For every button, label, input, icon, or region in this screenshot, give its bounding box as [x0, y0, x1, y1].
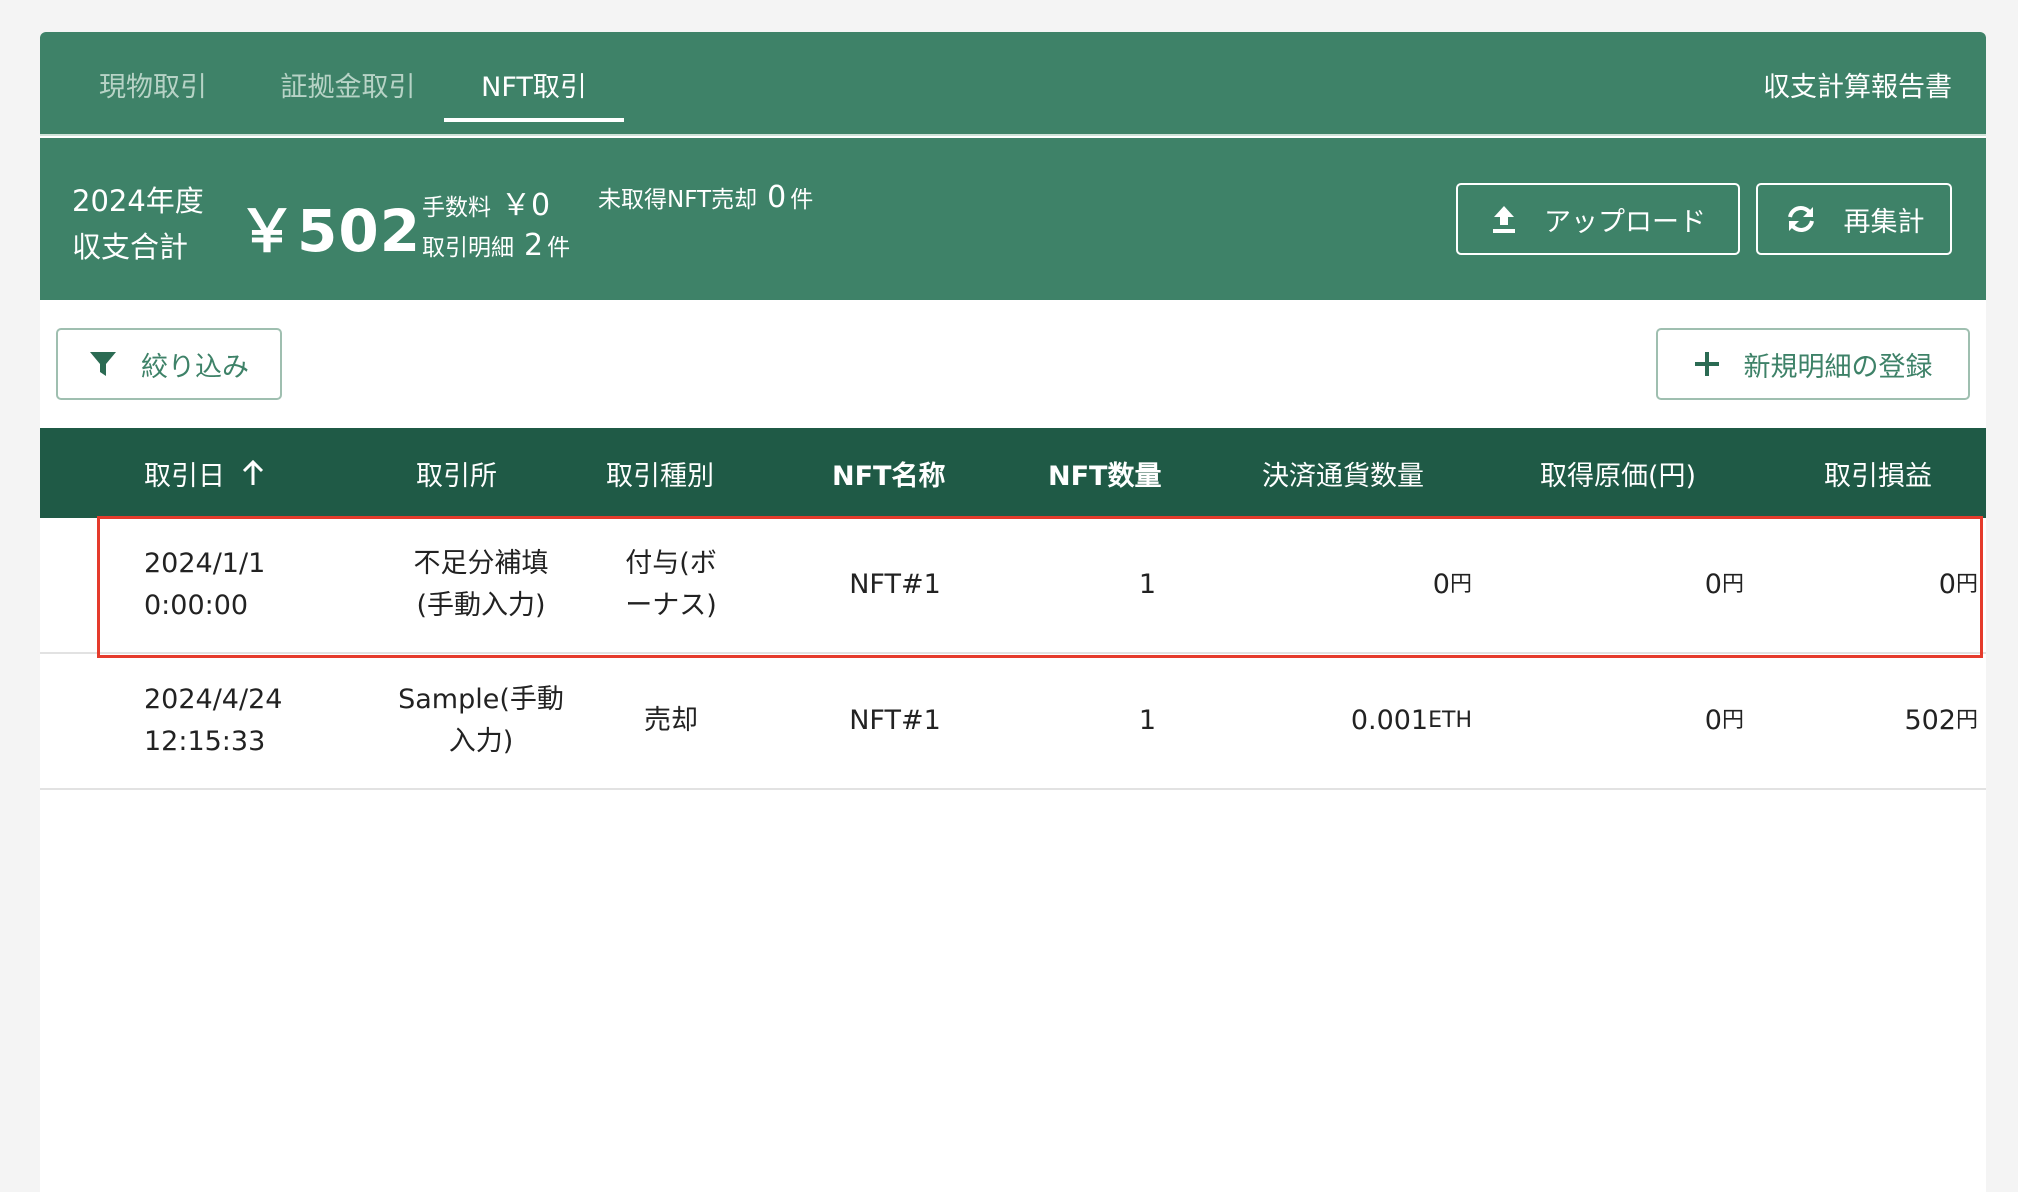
unacquired-stat: 未取得NFT売却 0 件: [598, 180, 813, 215]
details-count: 2: [524, 228, 544, 263]
settle-value: 0.001: [1350, 705, 1429, 736]
exchange-line-2: (手動入力): [416, 590, 546, 621]
fee-label: 手数料: [422, 195, 491, 221]
header-date-label: 取引日: [144, 460, 225, 492]
table-row[interactable]: 2024/4/24 12:15:33 Sample(手動 入力) 売却 NFT#1 …: [40, 654, 1986, 790]
cell-cost: 0円: [1500, 654, 1744, 788]
fee-value: ￥0: [501, 188, 551, 223]
details-stat: 取引明細 2 件: [422, 228, 570, 263]
recalculate-button[interactable]: 再集計: [1756, 183, 1952, 255]
settle-unit: ETH: [1428, 708, 1472, 733]
date-text: 2024/1/1: [144, 548, 266, 579]
cost-value: 0: [1704, 705, 1722, 736]
header-type[interactable]: 取引種別: [606, 428, 714, 518]
report-link[interactable]: 収支計算報告書: [1763, 32, 1952, 136]
cell-cost: 0円: [1500, 518, 1744, 652]
total-label: 収支合計: [72, 230, 189, 264]
table-header: 取引日 取引所 取引種別 NFT名称 NFT数量 決済通貨数量 取得原価(円) …: [40, 428, 1986, 518]
cell-date: 2024/1/1 0:00:00: [144, 518, 314, 652]
unacquired-unit: 件: [790, 187, 814, 213]
cell-settle-qty: 0円: [1190, 518, 1472, 652]
cell-nft-qty: 1: [1138, 569, 1156, 600]
cost-value: 0: [1704, 569, 1722, 600]
exchange-line-2: 入力): [448, 726, 514, 757]
pnl-unit: 円: [1955, 572, 1978, 597]
arrow-up-icon: [242, 460, 264, 485]
cell-type: 付与(ボーナス): [606, 518, 736, 652]
date-text: 2024/4/24: [144, 684, 283, 715]
exchange-line-1: 不足分補填: [413, 548, 549, 579]
settle-value: 0: [1432, 569, 1450, 600]
plus-icon: [1694, 352, 1719, 376]
upload-label: アップロード: [1544, 206, 1706, 237]
cell-exchange: 不足分補填 (手動入力): [366, 518, 596, 652]
tab-spot[interactable]: 現物取引: [78, 32, 228, 136]
type-line-1: 付与(ボ: [625, 548, 717, 579]
header-nft-qty[interactable]: NFT数量: [1048, 428, 1161, 518]
cell-exchange: Sample(手動 入力): [366, 654, 596, 788]
exchange-line-1: Sample(手動: [398, 684, 564, 715]
tab-margin[interactable]: 証拠金取引: [258, 32, 438, 136]
fiscal-year-block: 2024年度 収支合計: [72, 178, 204, 270]
upload-button[interactable]: アップロード: [1456, 183, 1740, 255]
cell-nft-qty: 1: [1138, 705, 1156, 736]
header-nft-name[interactable]: NFT名称: [832, 428, 945, 518]
filter-label: 絞り込み: [141, 351, 249, 382]
type-line-1: 売却: [644, 705, 698, 736]
total-amount: ￥502: [238, 197, 422, 265]
unacquired-label: 未取得NFT売却: [598, 187, 758, 213]
details-label: 取引明細: [422, 235, 514, 261]
cell-type: 売却: [606, 654, 736, 788]
time-text: 0:00:00: [144, 590, 249, 621]
new-entry-button[interactable]: 新規明細の登録: [1656, 328, 1970, 400]
header-settle-qty[interactable]: 決済通貨数量: [1262, 428, 1424, 518]
pnl-value: 0: [1938, 569, 1956, 600]
pnl-value: 502: [1904, 705, 1956, 736]
type-line-2: ーナス): [625, 590, 717, 621]
fiscal-year: 2024年度: [72, 184, 204, 218]
details-unit: 件: [547, 235, 571, 261]
header-exchange[interactable]: 取引所: [416, 428, 497, 518]
tab-nft[interactable]: NFT取引: [444, 32, 624, 136]
cost-unit: 円: [1721, 572, 1744, 597]
header-date[interactable]: 取引日: [144, 428, 265, 518]
unacquired-count: 0: [767, 180, 787, 215]
filter-button[interactable]: 絞り込み: [56, 328, 282, 400]
upload-icon: [1493, 206, 1515, 233]
cell-pnl: 502 円: [1760, 654, 1978, 788]
fee-stat: 手数料 ￥0: [422, 180, 554, 224]
cost-unit: 円: [1721, 708, 1744, 733]
recalculate-label: 再集計: [1843, 206, 1925, 237]
transaction-card: 現物取引 証拠金取引 NFT取引 収支計算報告書 2024年度 収支合計 ￥50…: [40, 32, 1986, 1192]
time-text: 12:15:33: [144, 726, 266, 757]
pnl-unit: 円: [1955, 708, 1978, 733]
settle-unit: 円: [1449, 572, 1472, 597]
cell-settle-qty: 0.001 ETH: [1190, 654, 1472, 788]
cell-pnl: 0円: [1760, 518, 1978, 652]
cell-nft-name: NFT#1: [849, 569, 941, 600]
cell-date: 2024/4/24 12:15:33: [144, 654, 314, 788]
header-pnl[interactable]: 取引損益: [1824, 428, 1932, 518]
new-entry-label: 新規明細の登録: [1743, 351, 1933, 382]
cell-nft-name: NFT#1: [849, 705, 941, 736]
filter-icon: [90, 352, 116, 376]
refresh-icon: [1787, 206, 1814, 232]
tab-bar: 現物取引 証拠金取引 NFT取引 収支計算報告書: [40, 32, 1986, 136]
header-cost[interactable]: 取得原価(円): [1540, 428, 1696, 518]
table-row[interactable]: 2024/1/1 0:00:00 不足分補填 (手動入力) 付与(ボーナス) NFT…: [40, 518, 1986, 654]
